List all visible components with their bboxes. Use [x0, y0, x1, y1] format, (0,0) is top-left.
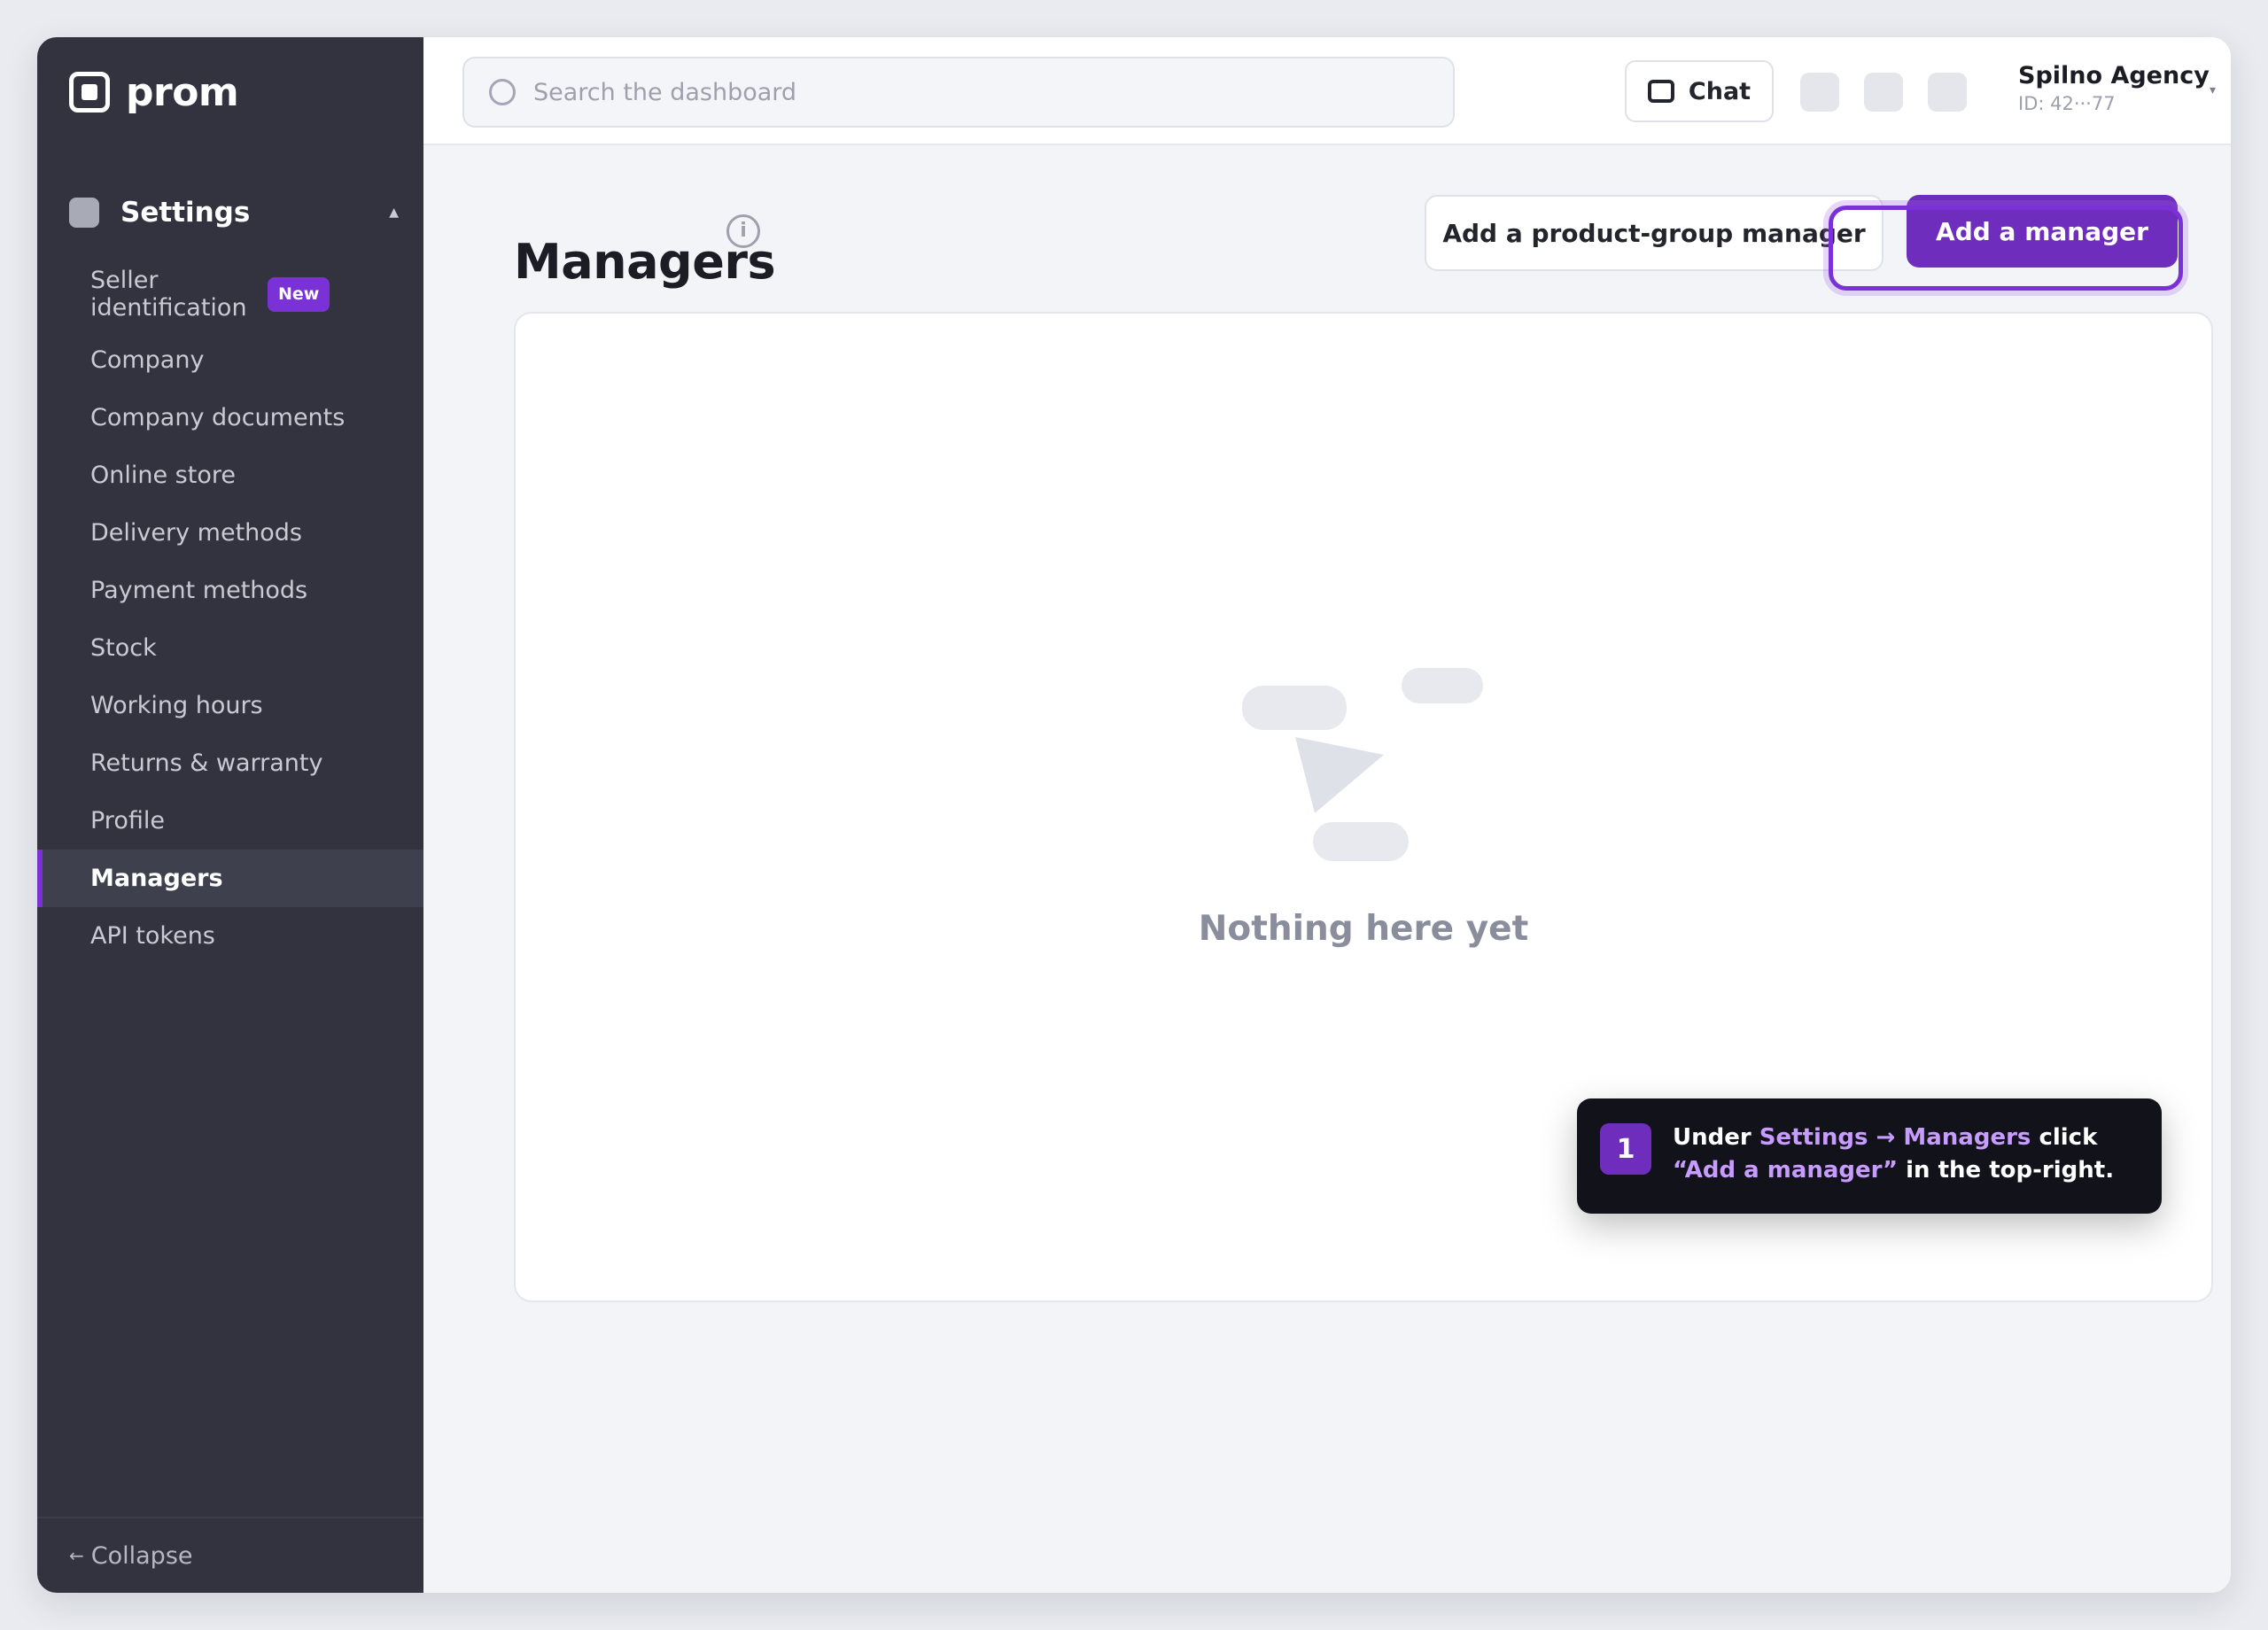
sidebar-item-company[interactable]: Company	[37, 331, 423, 389]
sidebar-item-payment-methods[interactable]: Payment methods	[37, 562, 423, 619]
tooltip-highlight-button: “Add a manager”	[1673, 1157, 1899, 1184]
account-name: Spilno Agency	[2018, 62, 2210, 89]
step-tooltip: 1 Under Settings → Managers click “Add a…	[1577, 1098, 2162, 1214]
app-window: prom Settings ▲ Seller identification Ne…	[37, 37, 2231, 1593]
sidebar-item-company-documents[interactable]: Company documents	[37, 389, 423, 446]
search-input[interactable]	[532, 77, 1329, 107]
logo-text: prom	[126, 69, 239, 115]
collapse-sidebar-button[interactable]: ← Collapse	[37, 1517, 423, 1593]
settings-section-title: Settings	[120, 197, 251, 229]
sidebar-item-delivery-methods[interactable]: Delivery methods	[37, 504, 423, 562]
sidebar-item-label: Online store	[90, 462, 236, 489]
sidebar-item-online-store[interactable]: Online store	[37, 446, 423, 504]
sidebar-item-seller-identification[interactable]: Seller identification New	[37, 259, 423, 330]
sidebar-item-returns-warranty[interactable]: Returns & warranty	[37, 734, 423, 792]
add-manager-button[interactable]: Add a manager	[1907, 195, 2178, 268]
empty-state-illustration	[1242, 668, 1508, 881]
search-icon	[489, 79, 516, 105]
chat-icon	[1647, 80, 1674, 103]
notifications-icon[interactable]	[1800, 73, 1839, 112]
sidebar: prom Settings ▲ Seller identification Ne…	[37, 37, 423, 1593]
placeholder-bubble-icon	[1402, 668, 1483, 703]
sidebar-item-label: Payment methods	[90, 577, 308, 604]
tooltip-text: Under Settings → Managers click “Add a m…	[1673, 1122, 2139, 1187]
chat-button[interactable]: Chat	[1625, 60, 1774, 122]
help-icon[interactable]	[1864, 73, 1903, 112]
sidebar-item-label: Managers	[90, 865, 223, 892]
tooltip-highlight-path: Settings → Managers	[1759, 1124, 2031, 1151]
apps-icon[interactable]	[1928, 73, 1967, 112]
new-badge: New	[268, 276, 330, 312]
arrow-left-icon: ←	[69, 1545, 84, 1566]
sidebar-item-label: API tokens	[90, 922, 215, 950]
logo[interactable]: prom	[69, 66, 239, 119]
empty-state-text: Nothing here yet	[1198, 909, 1529, 949]
account-switcher[interactable]: Spilno Agency ID: 42···77	[2018, 62, 2213, 114]
tooltip-text-part: in the top-right.	[1898, 1157, 2115, 1184]
account-id: ID: 42···77	[2018, 93, 2116, 114]
tooltip-text-part: Under	[1673, 1124, 1759, 1151]
sidebar-item-label: Delivery methods	[90, 519, 302, 547]
sidebar-item-managers[interactable]: Managers	[37, 850, 423, 907]
step-number-badge: 1	[1600, 1123, 1651, 1175]
chevron-down-icon[interactable]: ▾	[2210, 83, 2216, 97]
send-arrow-icon	[1295, 737, 1384, 813]
sidebar-item-label: Profile	[90, 807, 165, 834]
sidebar-item-label: Company	[90, 346, 205, 374]
sidebar-item-working-hours[interactable]: Working hours	[37, 677, 423, 734]
chat-label: Chat	[1688, 77, 1751, 105]
search-box[interactable]	[462, 57, 1455, 128]
placeholder-bubble-icon	[1313, 822, 1409, 861]
sidebar-item-label: Company documents	[90, 404, 346, 431]
topbar: Chat Spilno Agency ID: 42···77 ▾	[423, 37, 2231, 145]
add-product-group-manager-button[interactable]: Add a product-group manager	[1425, 195, 1884, 271]
tooltip-text-part: click	[2031, 1124, 2098, 1151]
sidebar-item-profile[interactable]: Profile	[37, 792, 423, 850]
sidebar-item-label: Stock	[90, 634, 157, 662]
placeholder-bubble-icon	[1242, 686, 1347, 730]
sidebar-item-label: Seller identification	[90, 267, 247, 322]
settings-section-toggle[interactable]: Settings ▲	[69, 193, 399, 232]
settings-icon	[69, 198, 99, 228]
chevron-up-icon: ▲	[389, 206, 399, 220]
sidebar-item-api-tokens[interactable]: API tokens	[37, 907, 423, 965]
sidebar-item-label: Returns & warranty	[90, 749, 323, 777]
sidebar-item-label: Working hours	[90, 692, 263, 719]
prom-logo-icon	[69, 72, 110, 113]
settings-nav: Seller identification New Company Compan…	[37, 259, 423, 965]
info-icon[interactable]: i	[726, 214, 760, 248]
collapse-label: Collapse	[90, 1541, 193, 1570]
sidebar-item-stock[interactable]: Stock	[37, 619, 423, 677]
